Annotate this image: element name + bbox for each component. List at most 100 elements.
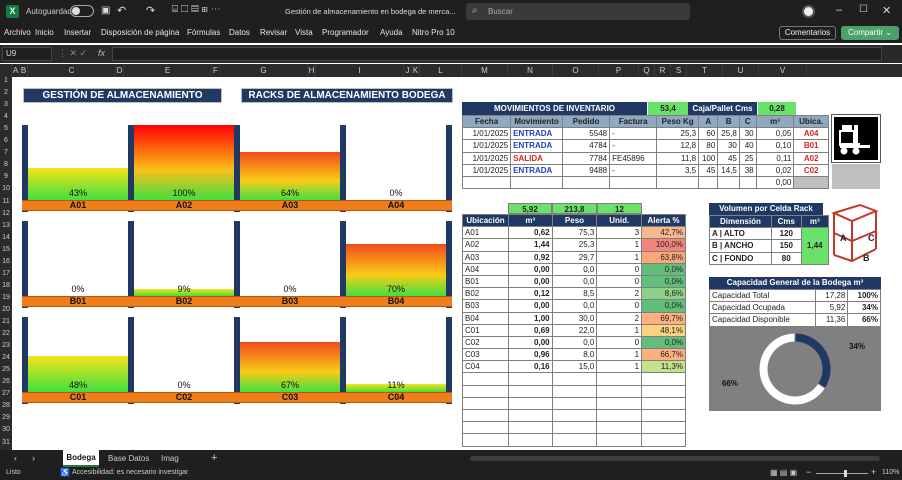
row-header[interactable]: 28 <box>0 402 12 409</box>
menu-programador[interactable]: Programador <box>322 28 369 37</box>
column-header[interactable]: M <box>462 64 508 77</box>
accessibility-icon[interactable]: ♿ <box>60 468 70 477</box>
row-header[interactable]: 23 <box>0 342 12 349</box>
ubic-cell[interactable]: 0,16 <box>507 360 553 374</box>
row-header[interactable]: 14 <box>0 234 12 241</box>
ubic-empty-cell[interactable] <box>641 396 686 411</box>
ubic-empty-cell[interactable] <box>507 408 553 423</box>
horizontal-scrollbar[interactable] <box>470 456 880 461</box>
mov-cell[interactable]: 100 <box>698 151 719 165</box>
column-header[interactable]: N <box>508 64 553 77</box>
mov-cell[interactable]: 0,10 <box>755 139 795 153</box>
tab-base-datos[interactable]: Base Datos <box>108 454 149 463</box>
ubic-cell[interactable]: 1,44 <box>507 238 553 252</box>
ubic-cell[interactable]: C01 <box>462 323 509 337</box>
ubic-cell[interactable]: 8,5 <box>551 287 598 301</box>
quick-access-icon[interactable]: ⌸ ☐ ▤ ⊞ ⋯ <box>172 4 221 15</box>
column-header[interactable]: J <box>404 64 412 77</box>
zoom-slider[interactable] <box>816 470 868 477</box>
column-header[interactable]: L <box>420 64 462 77</box>
name-box[interactable]: U9 <box>2 47 52 61</box>
row-header[interactable]: 7 <box>0 149 12 156</box>
maximize-icon[interactable]: ☐ <box>859 4 868 15</box>
menu-archivo[interactable]: Archivo <box>4 28 31 37</box>
ubic-empty-cell[interactable] <box>596 408 643 423</box>
row-header[interactable]: 19 <box>0 294 12 301</box>
mov-cell[interactable]: SALIDA <box>510 151 563 165</box>
mov-cell[interactable] <box>698 175 719 190</box>
tab-scroll-left-icon[interactable]: ‹ <box>14 453 17 463</box>
ubic-cell[interactable]: 8,6% <box>641 287 686 301</box>
ubic-cell[interactable]: 0 <box>596 299 643 313</box>
ubic-empty-cell[interactable] <box>462 433 509 447</box>
ubic-cell[interactable]: A03 <box>462 250 509 264</box>
mov-cell[interactable]: 3,5 <box>656 163 700 177</box>
mov-cell[interactable]: FE45896 <box>609 151 658 165</box>
mov-cell[interactable]: 0,00 <box>755 175 795 190</box>
ubic-empty-cell[interactable] <box>596 384 643 398</box>
ubic-cell[interactable]: C03 <box>462 348 509 362</box>
ubic-cell[interactable]: 0,00 <box>507 299 553 313</box>
mov-cell[interactable]: A04 <box>793 127 829 141</box>
ubic-cell[interactable]: 0,00 <box>507 274 553 289</box>
mov-cell[interactable]: 12,8 <box>656 139 700 153</box>
ubic-cell[interactable]: 2 <box>596 287 643 301</box>
fx-icon[interactable]: fx <box>98 48 105 58</box>
ubic-empty-cell[interactable] <box>462 372 509 386</box>
ubic-cell[interactable]: 0 <box>596 335 643 350</box>
row-header[interactable]: 29 <box>0 414 12 421</box>
ubic-cell[interactable]: 0,0 <box>551 274 598 289</box>
row-header[interactable]: 26 <box>0 378 12 385</box>
row-header[interactable]: 4 <box>0 113 12 120</box>
mov-cell[interactable]: 5548 <box>561 127 611 141</box>
add-sheet-icon[interactable]: + <box>211 452 217 464</box>
ubic-empty-cell[interactable] <box>551 396 598 411</box>
row-header[interactable]: 25 <box>0 366 12 373</box>
ubic-cell[interactable]: 48,1% <box>641 323 686 337</box>
ubic-empty-cell[interactable] <box>596 396 643 411</box>
share-button[interactable]: Compartir ⌄ <box>841 26 899 40</box>
ubic-cell[interactable]: 75,3 <box>551 226 598 240</box>
ubic-cell[interactable]: 1,00 <box>507 311 553 325</box>
ubic-cell[interactable]: 1 <box>596 360 643 374</box>
column-header[interactable]: G <box>220 64 308 77</box>
ubic-cell[interactable]: 30,0 <box>551 311 598 325</box>
undo-icon[interactable]: ↶ <box>117 4 126 17</box>
mov-cell[interactable]: 14,5 <box>717 163 740 177</box>
column-header[interactable]: D <box>116 64 124 77</box>
view-mode-icons[interactable]: ▦ ▤ ▣ <box>770 468 797 477</box>
ubic-cell[interactable]: B01 <box>462 274 509 289</box>
ubic-empty-cell[interactable] <box>641 408 686 423</box>
ubic-empty-cell[interactable] <box>462 396 509 411</box>
column-header[interactable]: P <box>599 64 639 77</box>
mov-cell[interactable]: 25 <box>738 151 757 165</box>
ubic-empty-cell[interactable] <box>641 421 686 435</box>
tab-scroll-right-icon[interactable]: › <box>32 453 35 463</box>
mov-cell[interactable]: A02 <box>793 151 829 165</box>
mov-cell[interactable]: ENTRADA <box>510 163 563 177</box>
ubic-cell[interactable]: 66,7% <box>641 348 686 362</box>
row-header[interactable]: 21 <box>0 318 12 325</box>
mov-cell[interactable]: 30 <box>738 127 757 141</box>
column-header[interactable]: T <box>687 64 723 77</box>
mov-cell[interactable]: 1/01/2025 <box>461 127 512 141</box>
ubic-cell[interactable]: 1 <box>596 238 643 252</box>
row-header[interactable]: 17 <box>0 270 12 277</box>
ubic-empty-cell[interactable] <box>551 433 598 447</box>
ubic-cell[interactable]: 0,0 <box>551 262 598 276</box>
mov-cell[interactable]: 1/01/2025 <box>461 151 512 165</box>
row-header[interactable]: 13 <box>0 222 12 229</box>
ubic-cell[interactable]: 0,0 <box>551 335 598 350</box>
mov-cell[interactable]: C02 <box>793 163 829 177</box>
mov-cell[interactable]: 7784 <box>561 151 611 165</box>
autosave-toggle[interactable] <box>70 5 94 17</box>
ubic-cell[interactable]: 42,7% <box>641 226 686 240</box>
ubic-cell[interactable]: 0,96 <box>507 348 553 362</box>
menu-disposicion[interactable]: Disposición de página <box>101 28 179 37</box>
menu-insertar[interactable]: Insertar <box>64 28 91 37</box>
search-box[interactable]: ⌕ Buscar <box>466 3 690 20</box>
ubic-empty-cell[interactable] <box>462 384 509 398</box>
mov-cell[interactable] <box>561 175 611 190</box>
column-header[interactable]: B <box>20 64 28 77</box>
row-header[interactable]: 27 <box>0 390 12 397</box>
